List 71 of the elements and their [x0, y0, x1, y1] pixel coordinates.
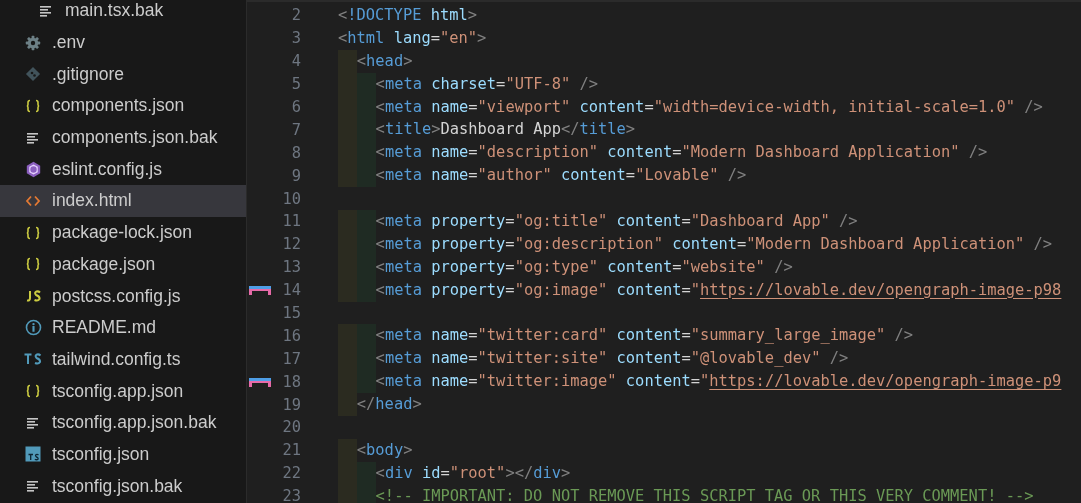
file-item[interactable]: package.json	[0, 248, 246, 281]
code-line: <title>Dashboard App</title>	[338, 118, 636, 142]
code-line: <body>	[338, 438, 413, 462]
line-number: 13	[281, 258, 301, 277]
lines-icon	[26, 130, 40, 145]
lines-icon	[26, 479, 40, 494]
file-item[interactable]: package-lock.json	[0, 216, 246, 249]
line-number: 7	[290, 120, 301, 139]
code-line: <meta name="twitter:site" content="@lovable_dev" />	[338, 347, 849, 371]
file-item[interactable]: tailwind.config.ts	[0, 343, 246, 376]
file-item[interactable]: index.html	[0, 185, 246, 217]
code-line: <meta charset="UTF-8" />	[338, 72, 599, 96]
code-line: <meta name="twitter:image" content="https://lovable.dev/opengraph-image-p9	[338, 370, 1062, 394]
js-icon	[24, 290, 42, 303]
line-number: 15	[281, 304, 301, 322]
line-number: 21	[281, 441, 301, 460]
code-line: <meta property="og:description" content="Modern Dashboard Application" />	[338, 232, 1053, 256]
code-line: <meta name="description" content="Modern Dashboard Application" />	[338, 141, 988, 165]
line-number: 11	[281, 212, 301, 231]
line-number: 3	[290, 29, 301, 48]
file-item[interactable]: .env	[0, 26, 246, 59]
file-item[interactable]: tsconfig.app.json	[0, 375, 246, 407]
file-item[interactable]: README.md	[0, 311, 246, 344]
code-line: <meta name="viewport" content="width=device-width, initial-scale=1.0" />	[338, 95, 1043, 119]
line-number: 5	[290, 75, 301, 94]
file-item[interactable]: tsconfig.json	[0, 438, 246, 471]
code-line: <meta property="og:title" content="Dashboard App" />	[338, 210, 858, 233]
braces-icon	[25, 97, 41, 114]
line-number: 4	[290, 52, 301, 71]
braces-icon	[25, 256, 41, 273]
line-number: 18	[281, 372, 301, 391]
line-number: 19	[281, 395, 301, 414]
ts-icon	[24, 353, 42, 366]
line-number: 9	[290, 166, 301, 185]
code-line: <meta name="twitter:card" content="summary_large_image" />	[338, 324, 914, 348]
file-item[interactable]: components.json	[0, 90, 246, 122]
code-line: <meta property="og:type" content="website" />	[338, 255, 793, 279]
braces-icon	[25, 383, 41, 400]
hexagon-icon	[24, 160, 42, 178]
line-number: 23	[281, 487, 301, 503]
file-item[interactable]: components.json.bak	[0, 121, 246, 154]
file-item[interactable]: postcss.config.js	[0, 280, 246, 312]
line-number: 17	[281, 349, 301, 368]
braces-icon	[25, 224, 41, 241]
lines-icon	[39, 3, 53, 18]
file-item[interactable]: tsconfig.app.json.bak	[0, 406, 246, 439]
code-line: </head>	[338, 393, 422, 417]
code-line: <!DOCTYPE html>	[338, 5, 478, 26]
code-line: <!-- IMPORTANT: DO NOT REMOVE THIS SCRIPT TAG OR THIS VERY COMMENT! -->	[338, 484, 1034, 503]
line-number: 6	[290, 98, 301, 116]
code-line: <head>	[338, 49, 413, 73]
code-line: <meta property="og:image" content="https://lovable.dev/opengraph-image-p98	[338, 278, 1062, 302]
code-line: <meta name="author" content="Lovable" />	[338, 164, 747, 188]
line-number: 22	[281, 464, 301, 483]
line-number: 12	[281, 235, 301, 254]
lines-icon	[26, 415, 40, 430]
file-item[interactable]: tsconfig.json.bak	[0, 470, 246, 502]
line-number: 14	[281, 281, 301, 300]
file-item[interactable]: .gitignore	[0, 58, 246, 91]
line-number: 16	[281, 326, 301, 345]
gear-icon	[25, 34, 41, 51]
line-number: 20	[281, 418, 301, 437]
code-line: <html lang="en">	[338, 27, 487, 49]
ts-file-icon	[25, 446, 41, 463]
file-item[interactable]: main.tsx.bak	[0, 0, 246, 27]
line-number: 2	[290, 6, 301, 25]
info-icon	[24, 319, 42, 337]
line-number: 8	[290, 143, 301, 162]
line-number: 10	[281, 189, 301, 208]
code-line: <div id="root"></div>	[338, 461, 571, 485]
file-item[interactable]: eslint.config.js	[0, 153, 246, 186]
